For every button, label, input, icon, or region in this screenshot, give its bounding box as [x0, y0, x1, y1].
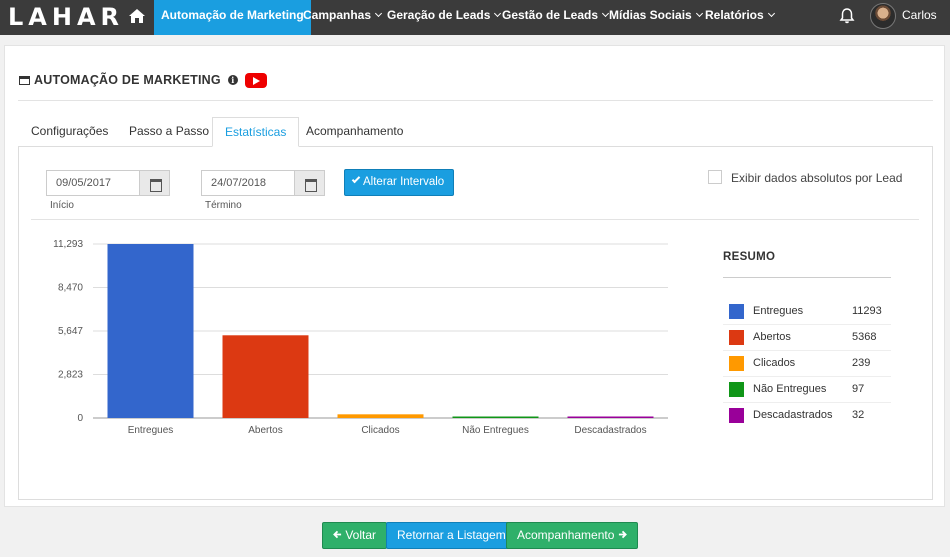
x-tick-label: Abertos: [248, 425, 282, 436]
nav-relatorios[interactable]: Relatórios: [705, 0, 775, 35]
nav-label: Relatórios: [705, 8, 764, 22]
divider: [18, 100, 933, 101]
next-acompanhamento-button[interactable]: Acompanhamento: [506, 522, 638, 549]
summary-row: Abertos 5368: [723, 325, 891, 351]
x-tick-label: Entregues: [128, 425, 174, 436]
x-tick-label: Descadastrados: [574, 425, 646, 436]
nav-geracao-de-leads[interactable]: Geração de Leads: [387, 0, 502, 35]
main-panel: AUTOMAÇÃO DE MARKETING i Configurações P…: [4, 45, 945, 507]
summary-label: Descadastrados: [753, 409, 833, 421]
nav-label: Campanhas: [303, 8, 372, 22]
avatar[interactable]: [870, 3, 896, 29]
info-icon[interactable]: i: [227, 75, 238, 85]
nav-label: Geração de Leads: [387, 8, 491, 22]
absolute-data-label[interactable]: Exibir dados absolutos por Lead: [731, 171, 902, 185]
bar: [337, 414, 424, 418]
arrow-right-icon: [618, 530, 627, 539]
summary-row: Descadastrados 32: [723, 403, 891, 429]
tab-label: Passo a Passo: [129, 124, 210, 138]
chevron-down-icon: [695, 9, 703, 18]
bar: [222, 335, 309, 418]
nav-automacao-de-marketing[interactable]: Automação de Marketing: [154, 0, 311, 35]
legend-swatch: [729, 304, 744, 319]
back-button[interactable]: Voltar: [322, 522, 388, 549]
tab-estatisticas[interactable]: Estatísticas: [212, 117, 300, 147]
bar: [107, 244, 194, 418]
button-label: Retornar a Listagem: [397, 528, 506, 542]
summary-value: 11293: [852, 305, 882, 317]
bar-chart: 0 2,823 5,647 8,470 11,293 Entregues Abertos Cl…: [53, 239, 668, 436]
nav-midias-sociais[interactable]: Mídias Sociais: [609, 0, 703, 35]
bell-icon[interactable]: [838, 7, 856, 25]
summary-value: 239: [852, 357, 871, 369]
list-icon: [19, 75, 30, 85]
summary-row: Clicados 239: [723, 351, 891, 377]
lahar-logo[interactable]: LAHAR: [8, 3, 125, 31]
y-tick-label: 5,647: [58, 326, 83, 337]
tab-configuracoes[interactable]: Configurações: [31, 117, 108, 147]
x-tick-label: Não Entregues: [462, 425, 529, 436]
nav-label: Automação de Marketing: [161, 8, 304, 22]
summary-value: 97: [852, 383, 865, 395]
return-to-list-button[interactable]: Retornar a Listagem: [386, 522, 517, 549]
summary-label: Entregues: [753, 305, 804, 317]
tab-acompanhamento[interactable]: Acompanhamento: [306, 117, 403, 147]
tab-passo-a-passo[interactable]: Passo a Passo: [129, 117, 209, 147]
y-tick-label: 0: [77, 413, 83, 424]
nav-campanhas[interactable]: Campanhas: [303, 0, 383, 35]
y-tick-label: 2,823: [58, 370, 83, 381]
arrow-left-icon: [333, 530, 342, 539]
summary-title: RESUMO: [723, 251, 776, 263]
legend-swatch: [729, 330, 744, 345]
summary-label: Não Entregues: [753, 383, 827, 395]
nav-label: Gestão de Leads: [502, 8, 599, 22]
chevron-down-icon: [374, 9, 383, 18]
statistics-tab-content: 09/05/2017 Início 24/07/2018 Término Alt…: [18, 146, 933, 500]
nav-gestao-de-leads[interactable]: Gestão de Leads: [502, 0, 610, 35]
user-name[interactable]: Carlos: [902, 0, 937, 33]
tab-label: Acompanhamento: [306, 124, 404, 138]
bar: [452, 416, 539, 418]
button-label: Acompanhamento: [517, 528, 615, 542]
tab-label: Configurações: [31, 124, 109, 138]
summary-row: Entregues 11293: [723, 299, 891, 325]
page-title: AUTOMAÇÃO DE MARKETING: [34, 73, 221, 87]
page-header: AUTOMAÇÃO DE MARKETING i: [19, 71, 267, 89]
summary-value: 32: [852, 409, 865, 421]
legend-swatch: [729, 408, 744, 423]
tab-label: Estatísticas: [225, 125, 287, 139]
summary-label: Abertos: [753, 331, 791, 343]
button-label: Voltar: [345, 528, 377, 542]
bar: [567, 416, 654, 418]
nav-label: Mídias Sociais: [609, 8, 692, 22]
summary-divider: [723, 277, 891, 278]
top-navbar: LAHAR Automação de Marketing Campanhas G…: [0, 0, 950, 35]
summary-label: Clicados: [753, 357, 796, 369]
summary-row: Não Entregues 97: [723, 377, 891, 403]
chevron-down-icon: [494, 9, 502, 18]
y-tick-label: 11,293: [53, 239, 83, 250]
chevron-down-icon: [767, 9, 775, 18]
summary-value: 5368: [852, 331, 877, 343]
x-tick-label: Clicados: [361, 425, 399, 436]
home-icon[interactable]: [128, 7, 146, 25]
legend-swatch: [729, 356, 744, 371]
legend-swatch: [729, 382, 744, 397]
youtube-icon[interactable]: [244, 72, 267, 88]
logo-text: LAHAR: [8, 3, 125, 31]
y-tick-label: 8,470: [58, 282, 83, 293]
